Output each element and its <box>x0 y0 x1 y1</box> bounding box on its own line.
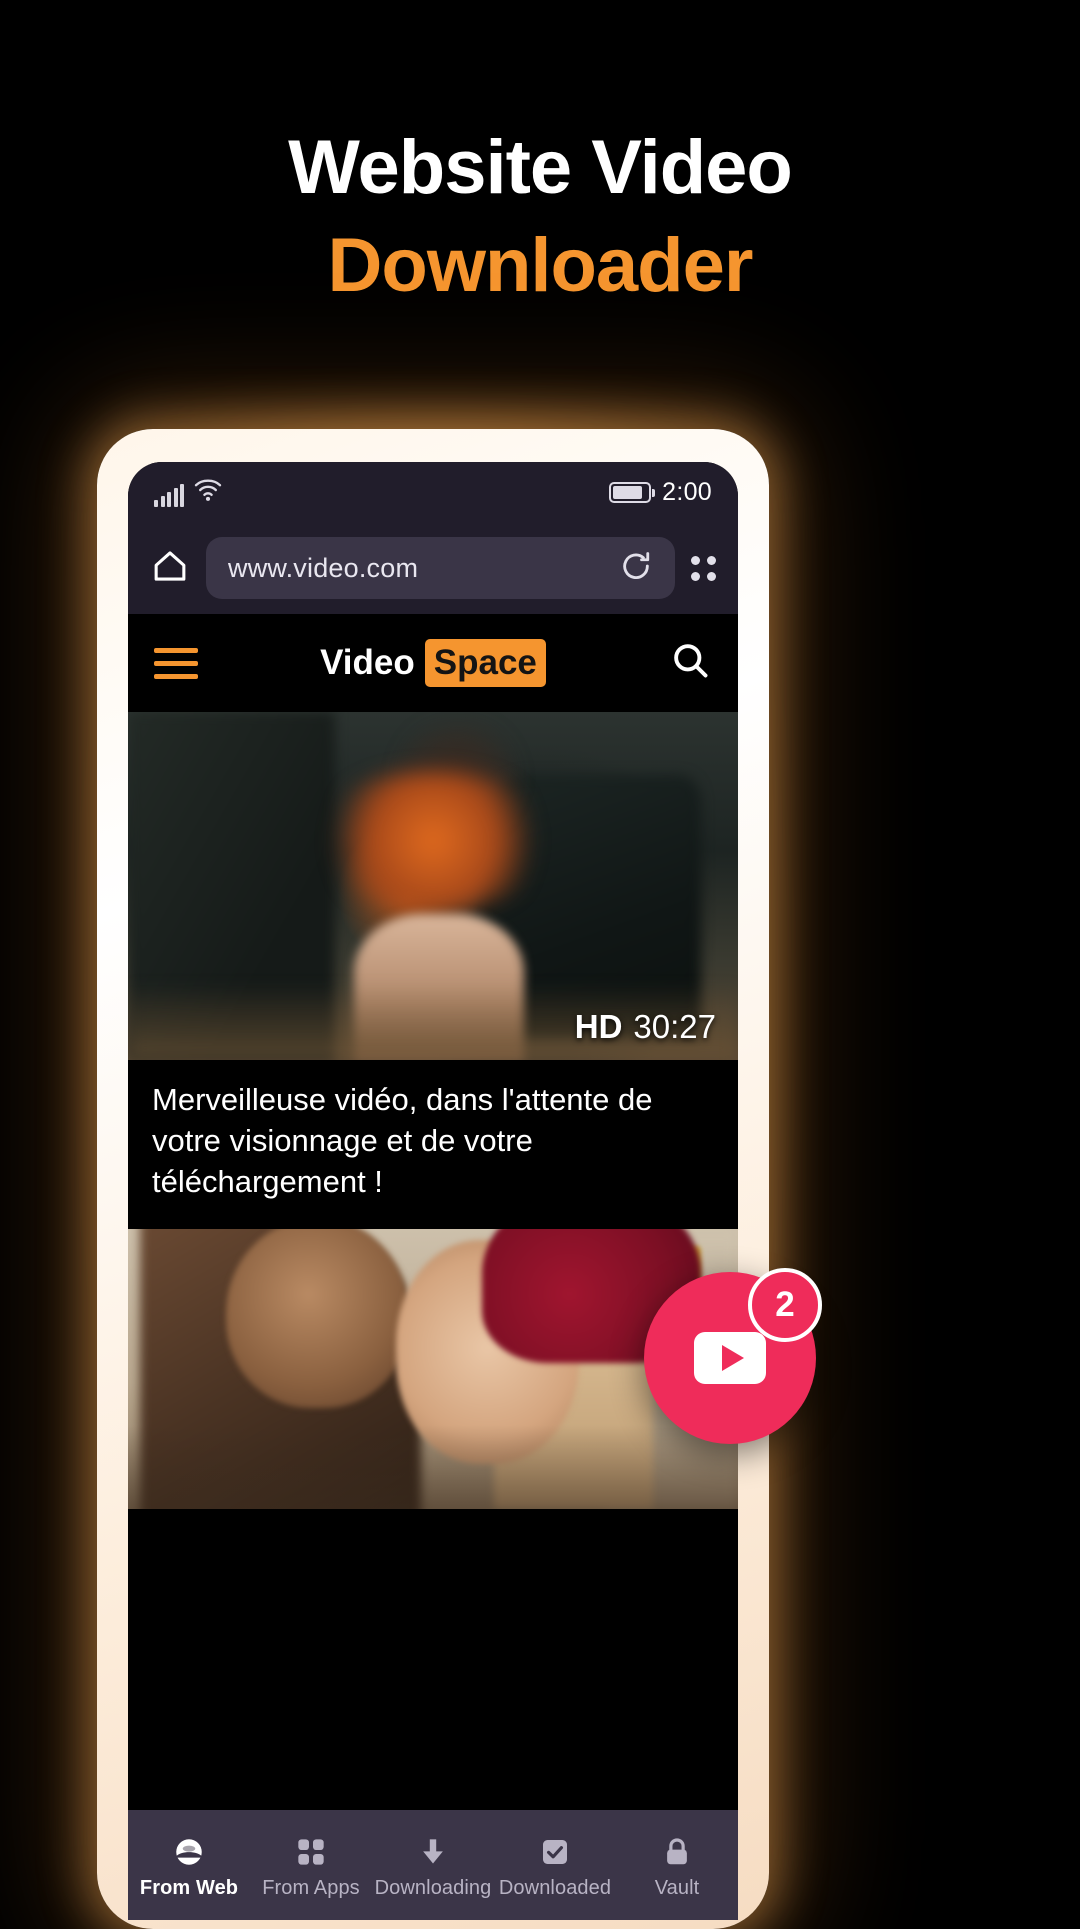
app-logo: Video Space <box>128 639 738 687</box>
nav-label: Vault <box>654 1877 700 1899</box>
search-icon[interactable] <box>670 640 712 687</box>
home-icon[interactable] <box>150 546 190 591</box>
bottom-navigation: From Web From Apps Downloading Downloade… <box>128 1810 738 1920</box>
video-thumbnail-1[interactable]: HD 30:27 <box>128 712 738 1060</box>
globe-web-icon <box>172 1836 206 1868</box>
url-text: www.video.com <box>228 552 419 583</box>
grid-dots-icon[interactable] <box>691 555 716 581</box>
headline-line-1: Website Video <box>288 125 793 210</box>
battery-icon <box>609 481 656 503</box>
headline-line-2: Downloader <box>327 223 754 308</box>
app-logo-part-1: Video <box>320 643 415 682</box>
nav-item-downloading[interactable]: Downloading <box>372 1836 494 1900</box>
download-arrow-icon <box>417 1836 449 1868</box>
nav-item-vault[interactable]: Vault <box>616 1836 738 1900</box>
hamburger-menu-icon[interactable] <box>154 647 198 679</box>
nav-label: From Web <box>139 1877 239 1899</box>
nav-label: From Apps <box>262 1877 360 1899</box>
nav-label: Downloaded <box>498 1877 612 1899</box>
reload-icon[interactable] <box>619 549 653 588</box>
nav-label: Downloading <box>374 1877 492 1899</box>
browser-toolbar: www.video.com <box>128 522 738 614</box>
nav-item-from-apps[interactable]: From Apps <box>250 1836 372 1900</box>
apps-grid-icon <box>295 1836 327 1868</box>
phone-screen: 2:00 www.video.com Video Space HD 30:27 … <box>128 462 738 1920</box>
quality-badge: HD <box>574 1008 623 1045</box>
cellular-signal-icon <box>154 483 184 507</box>
checked-box-icon <box>539 1836 571 1868</box>
play-video-download-icon <box>694 1332 766 1384</box>
video-caption-1: Merveilleuse vidéo, dans l'attente de vo… <box>128 1060 738 1229</box>
duration-label: 30:27 <box>633 1008 716 1045</box>
status-bar: 2:00 <box>128 462 738 522</box>
status-bar-left <box>154 478 223 507</box>
wifi-icon <box>193 478 223 507</box>
app-logo-part-2: Space <box>424 639 546 687</box>
status-bar-clock: 2:00 <box>662 477 712 506</box>
fab-badge-count: 2 <box>748 1268 822 1342</box>
status-bar-right: 2:00 <box>609 478 712 507</box>
nav-item-from-web[interactable]: From Web <box>128 1836 250 1900</box>
page-title: Website Video Downloader <box>0 130 1080 304</box>
floating-download-button[interactable]: 2 <box>644 1268 822 1444</box>
video-meta-1: HD 30:27 <box>575 1008 716 1046</box>
app-header: Video Space <box>128 614 738 712</box>
lock-icon <box>661 1836 693 1868</box>
url-bar[interactable]: www.video.com <box>206 537 675 599</box>
nav-item-downloaded[interactable]: Downloaded <box>494 1836 616 1900</box>
